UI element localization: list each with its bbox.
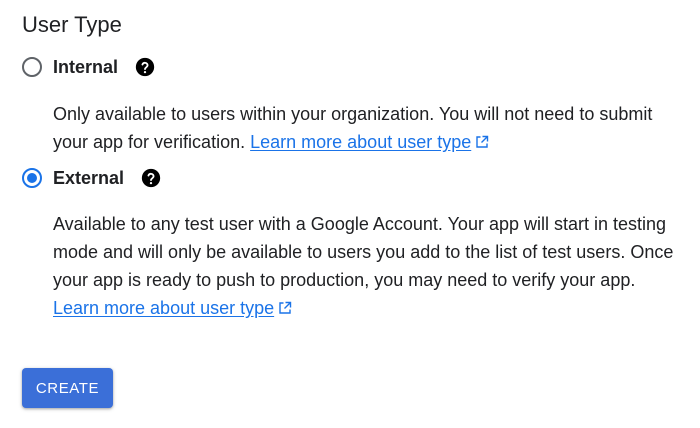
- learn-more-link-text: Learn more about user type: [250, 132, 472, 152]
- learn-more-user-type-link[interactable]: Learn more about user type: [250, 132, 489, 152]
- option-external[interactable]: External: [20, 165, 162, 191]
- section-title: User Type: [22, 12, 122, 37]
- help-icon[interactable]: [134, 56, 156, 78]
- option-internal-label: Internal: [53, 57, 119, 77]
- learn-more-user-type-link[interactable]: Learn more about user type: [53, 298, 292, 318]
- learn-more-link-text: Learn more about user type: [53, 298, 275, 318]
- radio-checked-icon: [22, 168, 42, 188]
- open-in-new-icon: [475, 135, 489, 149]
- radio-external[interactable]: [20, 166, 44, 190]
- option-internal[interactable]: Internal: [20, 54, 156, 80]
- create-button[interactable]: CREATE: [22, 368, 113, 408]
- radio-internal[interactable]: [20, 55, 44, 79]
- external-description-text: Available to any test user with a Google…: [53, 214, 674, 290]
- open-in-new-icon: [278, 301, 292, 315]
- option-external-label: External: [53, 168, 125, 188]
- option-internal-description: Only available to users within your orga…: [53, 100, 683, 156]
- radio-unchecked-icon: [22, 57, 42, 77]
- help-circle-icon: [135, 57, 155, 77]
- help-icon[interactable]: [140, 167, 162, 189]
- help-circle-icon: [141, 168, 161, 188]
- option-external-description: Available to any test user with a Google…: [53, 210, 683, 322]
